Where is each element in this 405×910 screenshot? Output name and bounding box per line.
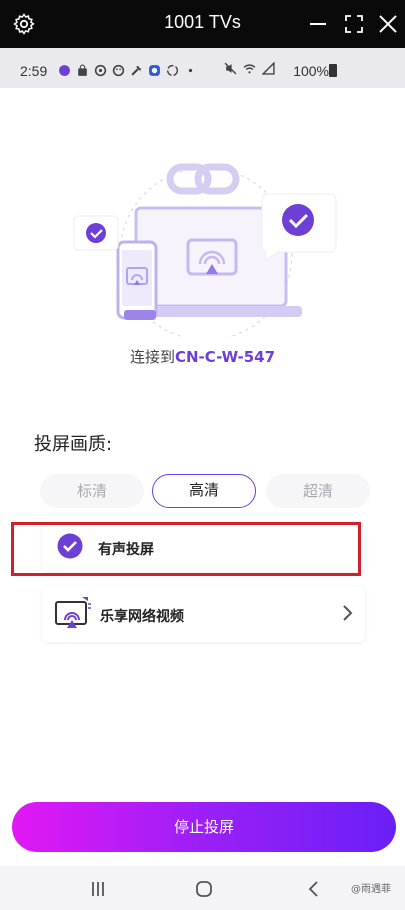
link-icon bbox=[166, 163, 240, 195]
highlight-box bbox=[11, 522, 361, 576]
network-video-label: 乐享网络视频 bbox=[100, 609, 184, 625]
status-time: 2:59 bbox=[20, 63, 48, 79]
maximize-icon[interactable] bbox=[342, 12, 366, 36]
wifi-icon bbox=[243, 64, 256, 74]
app-notification-icon bbox=[59, 64, 70, 76]
battery-icon bbox=[329, 64, 337, 77]
notification-icons bbox=[58, 62, 197, 78]
close-icon[interactable] bbox=[376, 12, 400, 36]
cast-illustration bbox=[73, 163, 337, 337]
quality-option-sd[interactable]: 标清 bbox=[40, 474, 144, 508]
device-name: CN-C-W-547 bbox=[174, 348, 276, 366]
cast-video-icon bbox=[55, 597, 91, 628]
window-title-bar: 1001 TVs bbox=[0, 0, 405, 48]
stop-cast-button[interactable]: 停止投屏 bbox=[12, 802, 396, 852]
quality-option-fhd[interactable]: 超清 bbox=[266, 474, 370, 508]
face-notification-icon bbox=[112, 64, 125, 76]
home-icon[interactable] bbox=[194, 880, 214, 898]
system-nav-bar: @雨遇菲 bbox=[0, 866, 405, 910]
browser-notification-icon bbox=[149, 64, 160, 76]
wrench-notification-icon bbox=[131, 65, 142, 76]
signal-icon bbox=[262, 62, 275, 75]
system-icons bbox=[224, 62, 275, 75]
connection-status: 连接到CN-C-W-547 bbox=[0, 346, 405, 367]
circle-notification-icon bbox=[94, 64, 107, 76]
recent-apps-icon[interactable] bbox=[88, 880, 108, 898]
battery-level: 100% bbox=[293, 63, 329, 79]
chevron-right-icon[interactable] bbox=[340, 604, 354, 622]
quality-option-hd[interactable]: 高清 bbox=[152, 474, 256, 508]
minimize-icon[interactable] bbox=[306, 12, 330, 36]
quality-label: 投屏画质: bbox=[34, 434, 113, 455]
bag-notification-icon bbox=[78, 64, 87, 76]
dot-icon bbox=[188, 68, 193, 72]
back-icon[interactable] bbox=[304, 880, 324, 898]
mute-icon bbox=[224, 62, 237, 75]
status-bar: 2:59 100% bbox=[0, 48, 405, 88]
connection-prefix: 连接到 bbox=[129, 348, 175, 366]
swirl-notification-icon bbox=[166, 64, 179, 76]
watermark: @雨遇菲 bbox=[351, 884, 391, 895]
